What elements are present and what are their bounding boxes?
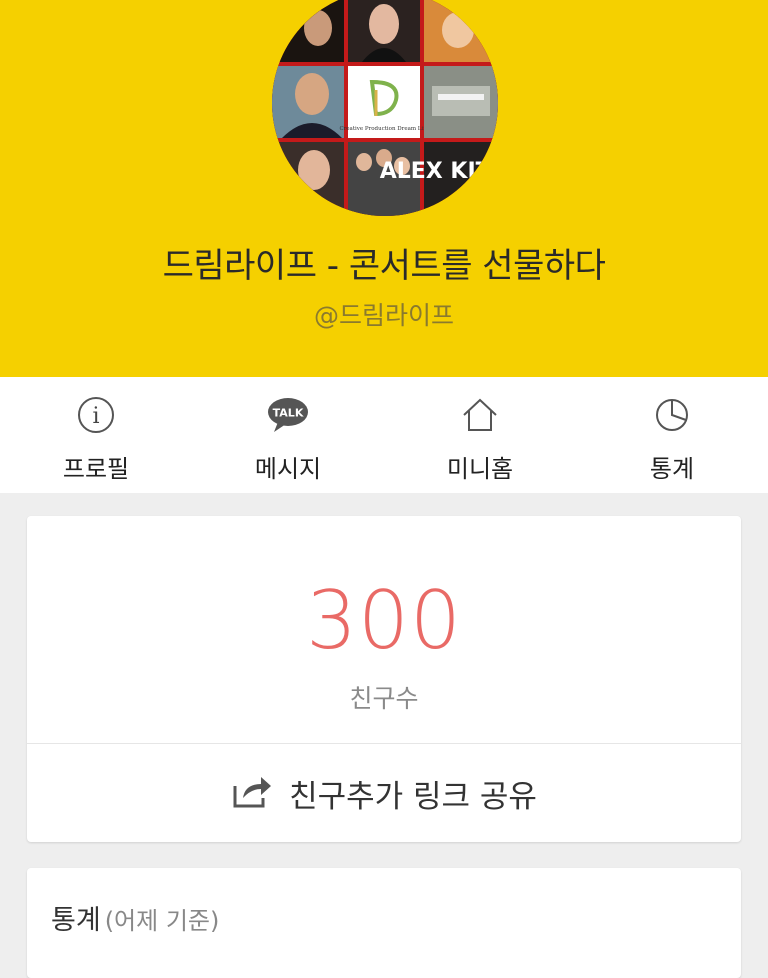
stats-heading: 통계 (어제 기준) <box>51 898 219 937</box>
home-icon <box>460 395 500 435</box>
stats-card: 통계 (어제 기준) <box>27 868 741 978</box>
tab-stats-label: 통계 <box>649 455 695 483</box>
talk-bubble-icon: TALK <box>266 395 310 435</box>
svg-text:i: i <box>92 404 99 429</box>
profile-avatar[interactable]: Creative Production Dream Life ALEX KITC… <box>272 0 498 216</box>
share-icon <box>231 772 273 814</box>
share-friend-link-button[interactable]: 친구추가 링크 공유 <box>27 744 741 842</box>
talk-icon-text: TALK <box>273 407 304 420</box>
friend-count: 300 <box>306 574 462 667</box>
profile-name: 드림라이프 - 콘서트를 선물하다 <box>162 246 606 286</box>
tab-profile[interactable]: i 프로필 <box>0 377 192 493</box>
friend-count-label: 친구수 <box>349 684 419 713</box>
tab-minihome-label: 미니홈 <box>446 455 514 483</box>
profile-header: Creative Production Dream Life ALEX KITC… <box>0 0 768 377</box>
tab-stats[interactable]: 통계 <box>576 377 768 493</box>
stats-title: 통계 <box>51 905 101 936</box>
profile-handle: @드림라이프 <box>313 301 454 330</box>
tab-message-label: 메시지 <box>254 455 322 483</box>
tab-profile-label: 프로필 <box>62 455 130 483</box>
stats-subtitle: (어제 기준) <box>104 907 220 935</box>
avatar-collage-image: Creative Production Dream Life ALEX KITC… <box>272 0 498 216</box>
tab-message[interactable]: TALK 메시지 <box>192 377 384 493</box>
friends-card: 300 친구수 친구추가 링크 공유 <box>27 516 741 842</box>
pie-chart-icon <box>652 395 692 435</box>
nav-tabs: i 프로필 TALK 메시지 미니홈 통계 <box>0 377 768 493</box>
avatar-sign-text: ALEX KITCHE <box>380 159 498 184</box>
tab-minihome[interactable]: 미니홈 <box>384 377 576 493</box>
info-icon: i <box>76 395 116 435</box>
share-friend-link-label: 친구추가 링크 공유 <box>289 778 537 815</box>
avatar-logo-text: Creative Production Dream Life <box>339 126 428 132</box>
